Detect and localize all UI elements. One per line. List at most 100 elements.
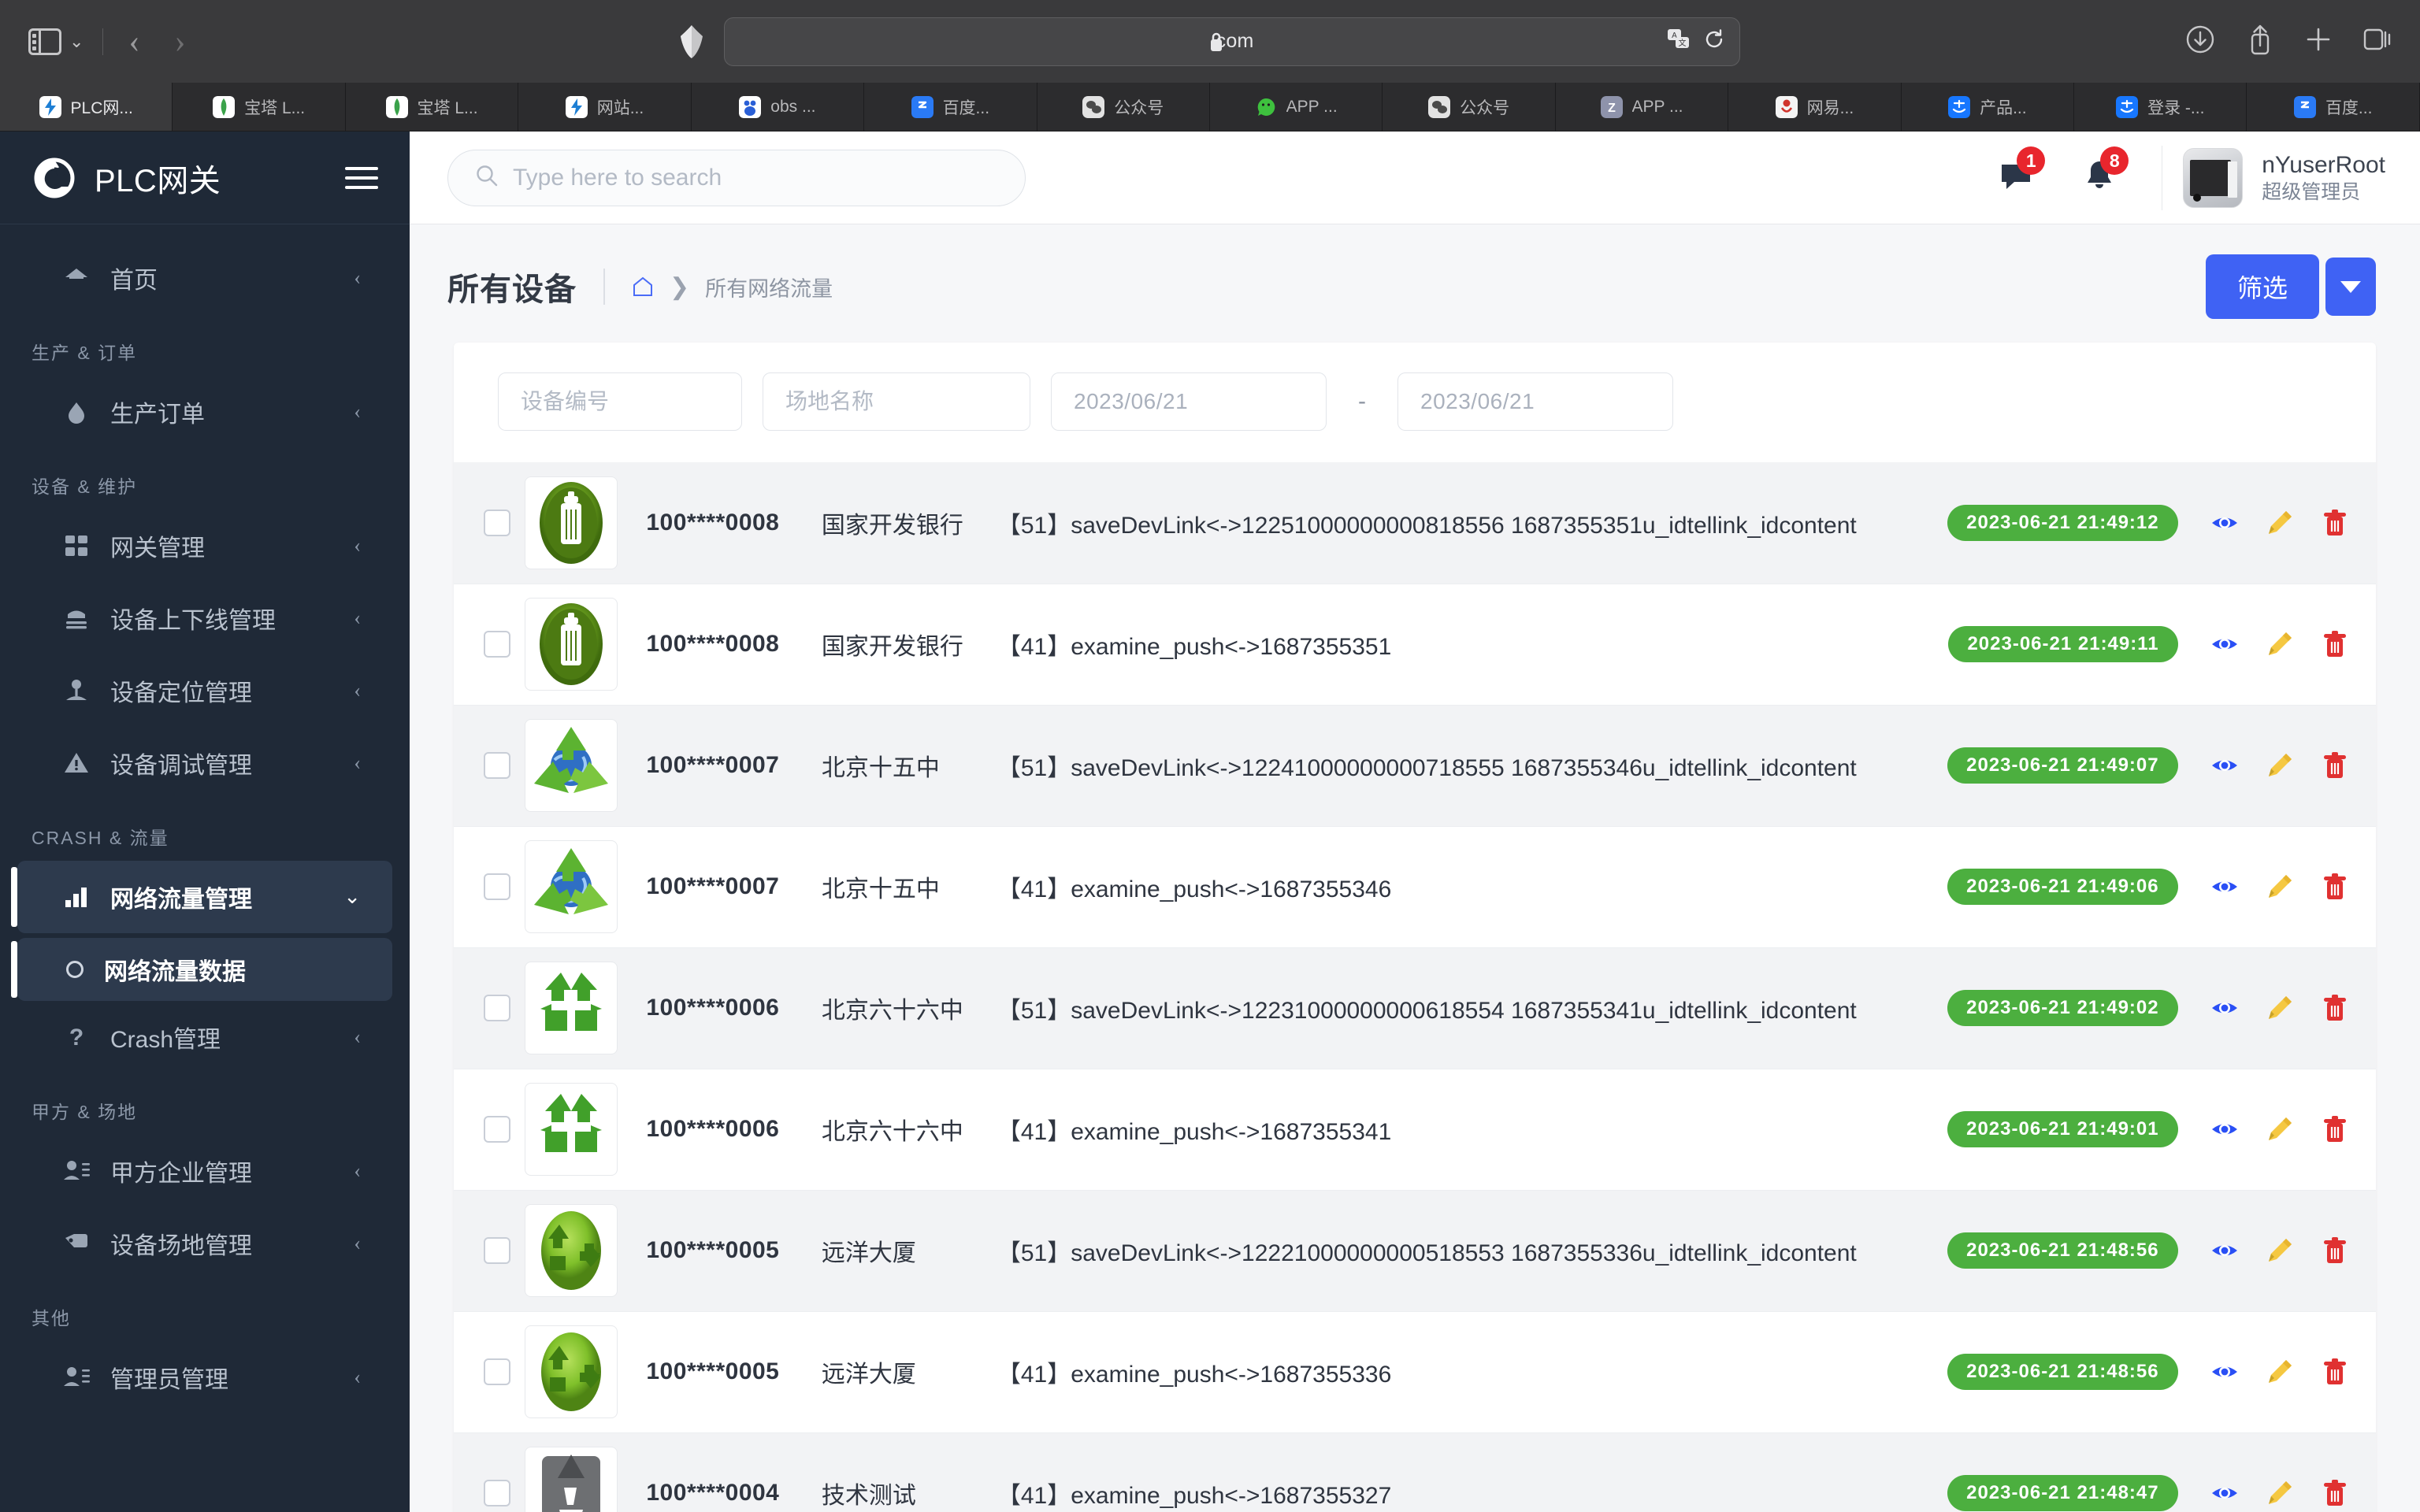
row-select-cell[interactable] xyxy=(454,1310,525,1432)
sidebar-item[interactable]: 设备调试管理 ‹ xyxy=(17,727,392,799)
pencil-icon[interactable] xyxy=(2265,629,2295,659)
trash-icon[interactable] xyxy=(2320,872,2350,902)
row-select-cell[interactable] xyxy=(454,462,525,584)
pencil-icon[interactable] xyxy=(2265,1114,2295,1144)
pencil-icon[interactable] xyxy=(2265,993,2295,1023)
row-select-cell[interactable] xyxy=(454,704,525,826)
trash-icon[interactable] xyxy=(2320,1357,2350,1387)
site-name-field[interactable] xyxy=(763,372,1030,431)
sidebar-item[interactable]: ? Crash管理 ‹ xyxy=(17,1001,392,1073)
messages-button[interactable]: 1 xyxy=(1974,146,2058,198)
device-no-field[interactable] xyxy=(498,372,742,431)
browser-tab[interactable]: 公众号 xyxy=(1383,83,1556,131)
browser-tab[interactable]: 宝塔 L... xyxy=(346,83,519,131)
table-row[interactable]: 100****0005 远洋大厦 【51】saveDevLink<->1222100… xyxy=(454,1189,2376,1311)
filter-dropdown-button[interactable] xyxy=(2325,258,2376,316)
tab-overview-icon[interactable] xyxy=(2363,26,2392,57)
notifications-button[interactable]: 8 xyxy=(2058,146,2141,198)
browser-tab[interactable]: 网易... xyxy=(1728,83,1902,131)
forward-button[interactable]: › xyxy=(157,25,202,58)
date-from-field[interactable]: 2023/06/21 xyxy=(1051,372,1327,431)
address-bar[interactable]: .com A文 xyxy=(724,17,1740,66)
row-select-cell[interactable] xyxy=(454,947,525,1069)
browser-tab[interactable]: 公众号 xyxy=(1037,83,1210,131)
device-no-input[interactable] xyxy=(521,389,719,414)
pencil-icon[interactable] xyxy=(2265,750,2295,780)
pencil-icon[interactable] xyxy=(2265,872,2295,902)
table-row[interactable]: 100****0008 国家开发银行 【41】examine_push<->1687… xyxy=(454,583,2376,705)
row-checkbox[interactable] xyxy=(484,509,510,536)
pencil-icon[interactable] xyxy=(2265,1236,2295,1266)
browser-tab[interactable]: 网站... xyxy=(518,83,692,131)
share-icon[interactable] xyxy=(2247,24,2273,59)
trash-icon[interactable] xyxy=(2320,629,2350,659)
eye-icon[interactable] xyxy=(2210,1236,2240,1266)
sidebar-subitem[interactable]: 网络流量数据 xyxy=(11,938,392,1001)
eye-icon[interactable] xyxy=(2210,993,2240,1023)
trash-icon[interactable] xyxy=(2320,1236,2350,1266)
eye-icon[interactable] xyxy=(2210,1114,2240,1144)
browser-tab[interactable]: APP ... xyxy=(1210,83,1383,131)
trash-icon[interactable] xyxy=(2320,750,2350,780)
back-button[interactable]: ‹ xyxy=(111,25,157,58)
shield-icon[interactable] xyxy=(680,24,703,59)
sidebar-item[interactable]: 网关管理 ‹ xyxy=(17,510,392,582)
sidebar-item[interactable]: 生产订单 ‹ xyxy=(17,376,392,448)
sidebar-item[interactable]: 甲方企业管理 ‹ xyxy=(17,1135,392,1207)
row-select-cell[interactable] xyxy=(454,1432,525,1512)
sidebar-item[interactable]: 管理员管理 ‹ xyxy=(17,1341,392,1414)
row-select-cell[interactable] xyxy=(454,1068,525,1190)
sidebar-toggle-icon[interactable] xyxy=(28,28,61,55)
eye-icon[interactable] xyxy=(2210,1357,2240,1387)
eye-icon[interactable] xyxy=(2210,508,2240,538)
filter-button[interactable]: 筛选 xyxy=(2205,254,2319,319)
sidebar-item[interactable]: 设备定位管理 ‹ xyxy=(17,654,392,727)
row-checkbox[interactable] xyxy=(484,1480,510,1507)
translate-icon[interactable]: A文 xyxy=(1667,28,1691,55)
row-checkbox[interactable] xyxy=(484,752,510,779)
new-tab-icon[interactable] xyxy=(2305,26,2332,57)
download-icon[interactable] xyxy=(2185,24,2215,58)
eye-icon[interactable] xyxy=(2210,629,2240,659)
sidebar-item[interactable]: 网络流量管理 ⌄ xyxy=(11,861,392,933)
trash-icon[interactable] xyxy=(2320,993,2350,1023)
row-checkbox[interactable] xyxy=(484,1237,510,1264)
browser-tab[interactable]: 百度... xyxy=(864,83,1037,131)
pencil-icon[interactable] xyxy=(2265,508,2295,538)
pencil-icon[interactable] xyxy=(2265,1357,2295,1387)
table-row[interactable]: 100****0005 远洋大厦 【41】examine_push<->168735… xyxy=(454,1310,2376,1432)
site-name-input[interactable] xyxy=(785,389,1008,414)
hamburger-icon[interactable] xyxy=(345,166,378,189)
browser-tab[interactable]: 登录 -... xyxy=(2074,83,2247,131)
search-input[interactable] xyxy=(513,164,998,191)
sidebar-item[interactable]: 首页 ‹ xyxy=(17,242,392,314)
row-select-cell[interactable] xyxy=(454,825,525,947)
eye-icon[interactable] xyxy=(2210,750,2240,780)
eye-icon[interactable] xyxy=(2210,1478,2240,1508)
search-box[interactable] xyxy=(447,149,1026,206)
reload-icon[interactable] xyxy=(1703,28,1725,54)
sidebar-item[interactable]: 设备上下线管理 ‹ xyxy=(17,582,392,654)
browser-tab[interactable]: 百度... xyxy=(2247,83,2420,131)
trash-icon[interactable] xyxy=(2320,508,2350,538)
row-select-cell[interactable] xyxy=(454,1189,525,1311)
browser-tab[interactable]: 产品... xyxy=(1902,83,2075,131)
table-row[interactable]: 100****0007 北京十五中 【51】saveDevLink<->122410… xyxy=(454,704,2376,826)
sidebar-brand[interactable]: PLC网关 xyxy=(0,132,410,224)
row-checkbox[interactable] xyxy=(484,873,510,900)
table-row[interactable]: 100****0007 北京十五中 【41】examine_push<->16873… xyxy=(454,825,2376,947)
browser-tab[interactable]: obs ... xyxy=(692,83,865,131)
row-checkbox[interactable] xyxy=(484,995,510,1021)
row-select-cell[interactable] xyxy=(454,583,525,705)
user-menu[interactable]: nYuserRoot 超级管理员 xyxy=(2183,147,2420,208)
sidebar-item[interactable]: 设备场地管理 ‹ xyxy=(17,1207,392,1280)
chevron-down-icon[interactable]: ⌄ xyxy=(69,32,84,52)
pencil-icon[interactable] xyxy=(2265,1478,2295,1508)
breadcrumb-home-icon[interactable] xyxy=(632,276,654,298)
browser-tab[interactable]: PLC网... xyxy=(0,83,173,131)
row-checkbox[interactable] xyxy=(484,631,510,658)
date-to-field[interactable]: 2023/06/21 xyxy=(1397,372,1673,431)
table-row[interactable]: 100****0004 技术测试 【41】examine_push<->168735… xyxy=(454,1432,2376,1512)
row-checkbox[interactable] xyxy=(484,1358,510,1385)
browser-tab[interactable]: 宝塔 L... xyxy=(173,83,346,131)
